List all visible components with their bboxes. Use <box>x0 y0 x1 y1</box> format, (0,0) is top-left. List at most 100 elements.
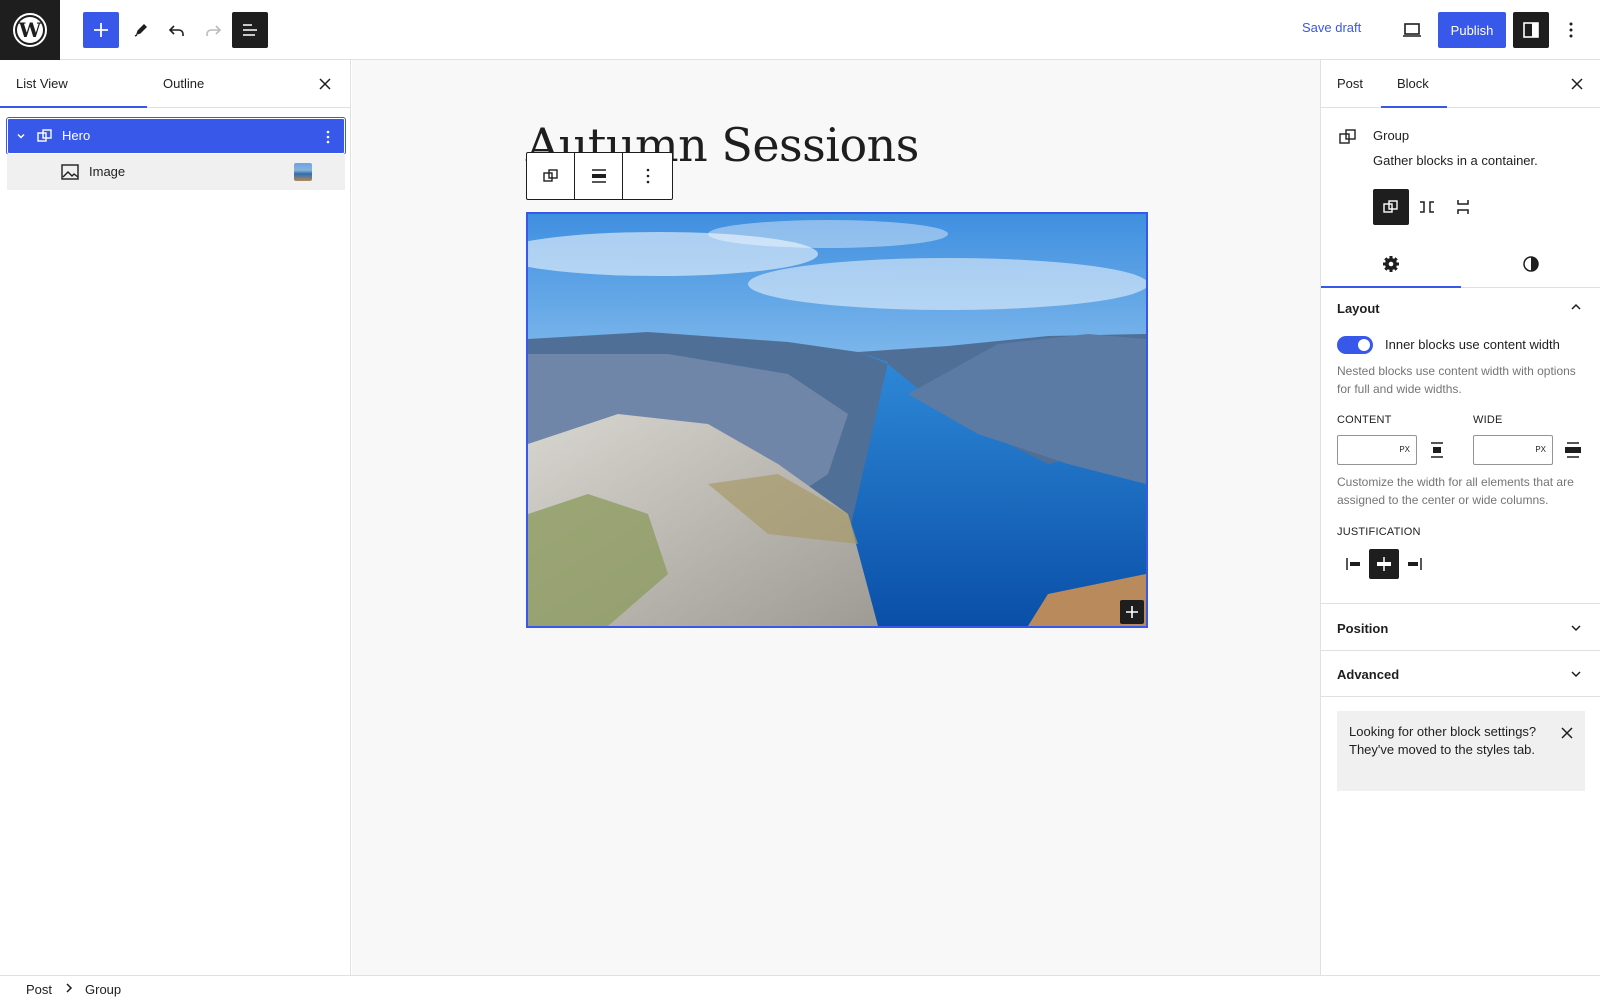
justify-center-icon <box>1377 557 1391 571</box>
tab-styles[interactable] <box>1461 240 1600 288</box>
block-breadcrumb: Post Group <box>0 975 1600 1000</box>
preview-button[interactable] <box>1394 12 1430 48</box>
close-icon <box>319 78 331 90</box>
left-panel-tabs: List View Outline <box>0 60 350 108</box>
content-width-input[interactable]: PX <box>1337 435 1417 465</box>
chevron-down-icon[interactable] <box>1568 620 1584 636</box>
block-type-button[interactable] <box>527 153 575 199</box>
content-width-label: CONTENT <box>1337 414 1392 426</box>
list-view-icon <box>243 24 257 36</box>
close-icon[interactable] <box>1559 725 1575 741</box>
wordpress-logo-icon[interactable]: W <box>0 0 60 60</box>
block-toolbar <box>526 152 673 200</box>
add-block-inline-button[interactable] <box>1120 600 1144 624</box>
list-view-button[interactable] <box>232 12 268 48</box>
chevron-down-icon[interactable] <box>14 129 28 143</box>
unit-label[interactable]: PX <box>1399 445 1410 454</box>
block-card-description: Gather blocks in a container. <box>1373 153 1538 168</box>
stack-icon <box>1457 200 1469 214</box>
more-vertical-icon <box>646 168 649 184</box>
list-view-item-label: Hero <box>62 128 91 143</box>
justify-right-button[interactable] <box>1399 549 1429 579</box>
content-width-toggle[interactable] <box>1337 336 1373 354</box>
panel-divider <box>1321 696 1600 697</box>
position-panel-title[interactable]: Position <box>1337 621 1388 636</box>
undo-icon <box>168 25 184 36</box>
wide-width-field[interactable] <box>1474 436 1532 464</box>
toggle-label: Inner blocks use content width <box>1385 337 1560 352</box>
settings-tabs: Post Block <box>1321 60 1600 108</box>
breadcrumb-post[interactable]: Post <box>26 982 52 997</box>
redo-button[interactable] <box>195 12 231 48</box>
align-icon <box>591 169 606 183</box>
layout-panel-title[interactable]: Layout <box>1337 301 1380 316</box>
panel-divider <box>1321 650 1600 651</box>
inspector-tabs <box>1321 240 1600 288</box>
svg-text:W: W <box>18 18 42 42</box>
advanced-panel-title[interactable]: Advanced <box>1337 667 1399 682</box>
editor-header: W Save draft Publish <box>0 0 1600 60</box>
row-icon <box>1420 201 1434 213</box>
group-icon <box>1383 200 1398 213</box>
tab-settings[interactable] <box>1321 240 1461 288</box>
desktop-icon <box>1403 23 1421 37</box>
wide-width-label: WIDE <box>1473 414 1503 426</box>
tab-post[interactable]: Post <box>1337 60 1363 108</box>
breadcrumb-group[interactable]: Group <box>85 982 121 997</box>
wide-width-icon-button[interactable] <box>1561 438 1585 462</box>
save-draft-button[interactable]: Save draft <box>1302 20 1361 35</box>
plus-icon <box>94 23 108 37</box>
variation-stack-button[interactable] <box>1445 189 1481 225</box>
content-width-icon-button[interactable] <box>1425 438 1449 462</box>
tab-list-view[interactable]: List View <box>16 60 68 108</box>
redo-icon <box>206 25 222 36</box>
image-thumbnail <box>294 163 312 181</box>
content-width-field[interactable] <box>1338 436 1396 464</box>
publish-button[interactable]: Publish <box>1438 12 1506 48</box>
hero-image[interactable] <box>526 212 1148 628</box>
plus-icon <box>1126 606 1138 618</box>
chevron-up-icon[interactable] <box>1568 299 1584 315</box>
editor-canvas[interactable]: Autumn Sessions <box>352 60 1320 975</box>
image-icon <box>61 164 79 180</box>
group-icon <box>37 129 52 142</box>
close-settings-button[interactable] <box>1566 73 1588 95</box>
undo-button[interactable] <box>159 12 195 48</box>
tab-block[interactable]: Block <box>1397 60 1429 108</box>
chevron-down-icon[interactable] <box>1568 666 1584 682</box>
block-options-button[interactable] <box>623 153 672 199</box>
variation-group-button[interactable] <box>1373 189 1409 225</box>
justify-left-button[interactable] <box>1339 549 1369 579</box>
block-card-title: Group <box>1373 128 1410 143</box>
notice-text: Looking for other block settings? They'v… <box>1349 724 1537 757</box>
settings-button[interactable] <box>1513 12 1549 48</box>
list-view-item-label: Image <box>89 164 126 179</box>
unit-label[interactable]: PX <box>1535 445 1546 454</box>
list-view-panel: List View Outline Hero Image <box>0 60 351 975</box>
contrast-icon <box>1523 256 1539 272</box>
options-button[interactable] <box>1553 12 1589 48</box>
justify-right-icon <box>1408 558 1422 570</box>
tools-button[interactable] <box>123 12 159 48</box>
align-button[interactable] <box>575 153 623 199</box>
list-view-item-hero[interactable]: Hero <box>6 117 346 155</box>
group-icon <box>1339 129 1356 144</box>
chevron-right-icon <box>66 983 73 993</box>
more-vertical-icon[interactable] <box>320 127 336 147</box>
active-tab-indicator <box>1321 286 1461 288</box>
justify-left-icon <box>1346 558 1360 570</box>
list-view-item-image[interactable]: Image <box>7 154 345 190</box>
panel-divider <box>1321 603 1600 604</box>
variation-row-button[interactable] <box>1409 189 1445 225</box>
pencil-icon <box>134 24 147 37</box>
tab-outline[interactable]: Outline <box>163 60 204 108</box>
add-block-button[interactable] <box>83 12 119 48</box>
close-list-view-button[interactable] <box>314 73 336 95</box>
justify-center-button[interactable] <box>1369 549 1399 579</box>
align-wide-icon <box>1565 442 1581 458</box>
active-tab-indicator <box>0 106 147 108</box>
wide-width-input[interactable]: PX <box>1473 435 1553 465</box>
width-help: Customize the width for all elements tha… <box>1337 475 1574 507</box>
align-center-icon <box>1431 442 1443 458</box>
close-icon <box>1571 78 1583 90</box>
